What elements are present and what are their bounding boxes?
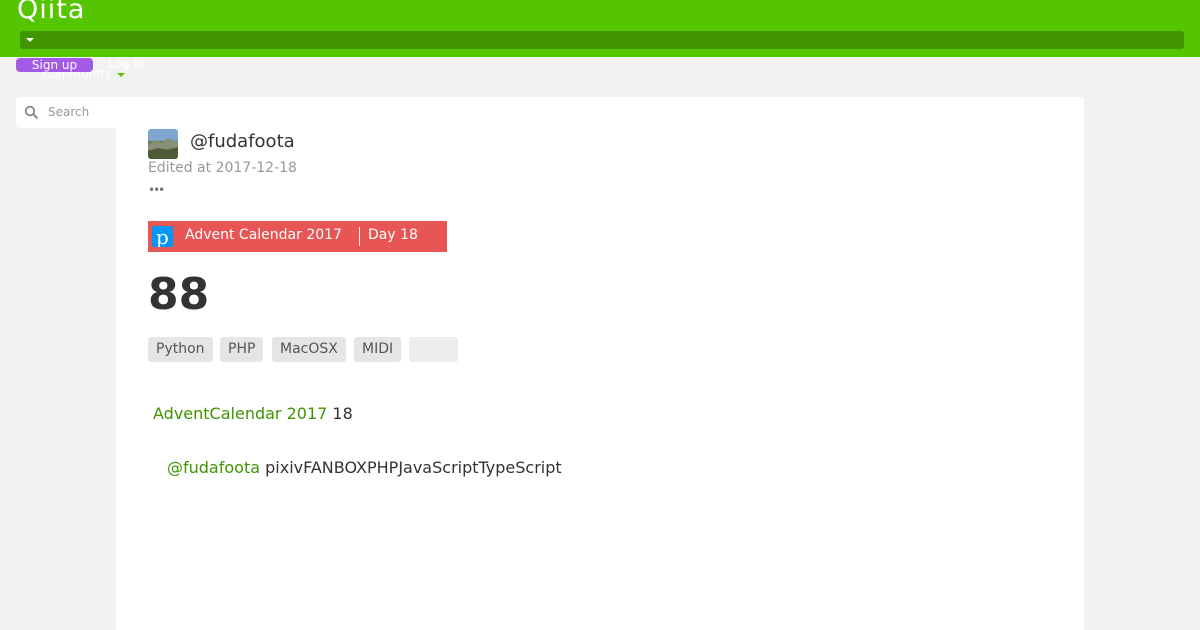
article-paragraph: AdventCalendar 2017 18 xyxy=(153,404,353,423)
qiita-logo[interactable]: Qiita xyxy=(17,0,85,25)
advent-calendar-title: Advent Calendar 2017 xyxy=(185,227,342,243)
tag-php[interactable]: PHP xyxy=(220,337,264,362)
chevron-down-icon xyxy=(117,73,125,77)
tag-placeholder[interactable] xyxy=(409,337,458,362)
top-navbar: Qiita xyxy=(0,0,1200,57)
caret-down-icon xyxy=(26,38,34,42)
article-container: @fudafoota Edited at 2017-12-18 ••• p Ad… xyxy=(116,97,1084,630)
tag-midi[interactable]: MIDI xyxy=(354,337,402,362)
advent-calendar-link[interactable]: AdventCalendar 2017 xyxy=(153,404,327,423)
banner-divider xyxy=(359,227,360,246)
svg-text:p: p xyxy=(156,226,169,247)
paragraph-text: 18 xyxy=(332,404,353,423)
tag-python[interactable]: Python xyxy=(148,337,213,362)
advent-calendar-day: Day 18 xyxy=(368,227,418,243)
advent-calendar-banner[interactable]: p Advent Calendar 2017 Day 18 xyxy=(148,221,447,252)
search-placeholder: Search xyxy=(48,105,90,119)
signup-button[interactable]: Sign up xyxy=(16,58,93,72)
tag-macosx[interactable]: MacOSX xyxy=(272,337,346,362)
search-input[interactable]: Search xyxy=(16,97,126,128)
menu-toggle[interactable] xyxy=(20,31,1184,49)
author-name[interactable]: @fudafoota xyxy=(190,131,295,152)
article-title: 88 xyxy=(148,269,210,320)
author-link[interactable]: @fudafoota xyxy=(167,458,260,477)
pixiv-logo-icon: p xyxy=(152,226,173,247)
login-link[interactable]: Log in xyxy=(108,57,144,71)
paragraph-text: pixivFANBOXPHPJavaScriptTypeScript xyxy=(265,458,562,477)
edited-date: Edited at 2017-12-18 xyxy=(148,160,297,176)
search-icon xyxy=(24,105,39,120)
more-options-icon[interactable]: ••• xyxy=(148,184,165,196)
author-avatar[interactable] xyxy=(148,129,178,159)
article-paragraph: @fudafoota pixivFANBOXPHPJavaScriptTypeS… xyxy=(167,458,562,477)
